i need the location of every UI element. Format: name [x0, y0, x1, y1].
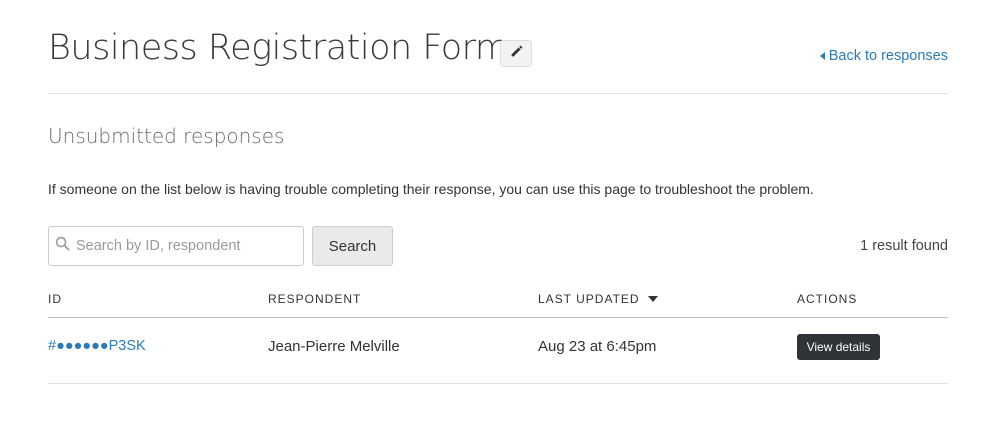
back-to-responses-link[interactable]: Back to responses	[819, 48, 948, 64]
column-header-last-updated[interactable]: LAST UPDATED	[538, 292, 658, 306]
column-header-actions: ACTIONS	[797, 292, 858, 306]
column-header-last-updated-label: LAST UPDATED	[538, 292, 640, 306]
column-header-id: ID	[48, 292, 62, 306]
column-header-respondent: RESPONDENT	[268, 292, 362, 306]
table-row: #●●●●●●P3SK Jean-Pierre Melville Aug 23 …	[48, 318, 948, 384]
sort-descending-icon	[647, 296, 658, 302]
pencil-icon	[510, 45, 523, 63]
search-box	[48, 226, 304, 266]
respondent-name: Jean-Pierre Melville	[268, 338, 400, 355]
section-description: If someone on the list below is having t…	[48, 181, 814, 197]
page-title: Business Registration Form	[48, 28, 509, 68]
search-icon	[55, 236, 70, 256]
caret-left-icon	[819, 52, 825, 60]
page-header: Business Registration Form Back to respo…	[48, 28, 948, 94]
search-input[interactable]	[76, 238, 296, 254]
back-link-label: Back to responses	[828, 48, 948, 64]
section-title: Unsubmitted responses	[48, 124, 285, 148]
view-details-button[interactable]: View details	[797, 334, 880, 360]
table-header: ID RESPONDENT LAST UPDATED ACTIONS	[48, 286, 948, 318]
search-button[interactable]: Search	[312, 226, 393, 266]
responses-table: ID RESPONDENT LAST UPDATED ACTIONS #●●●●…	[48, 286, 948, 384]
edit-title-button[interactable]	[500, 40, 532, 67]
response-id-link[interactable]: #●●●●●●P3SK	[48, 338, 146, 354]
last-updated-value: Aug 23 at 6:45pm	[538, 338, 657, 355]
result-count: 1 result found	[860, 238, 948, 254]
